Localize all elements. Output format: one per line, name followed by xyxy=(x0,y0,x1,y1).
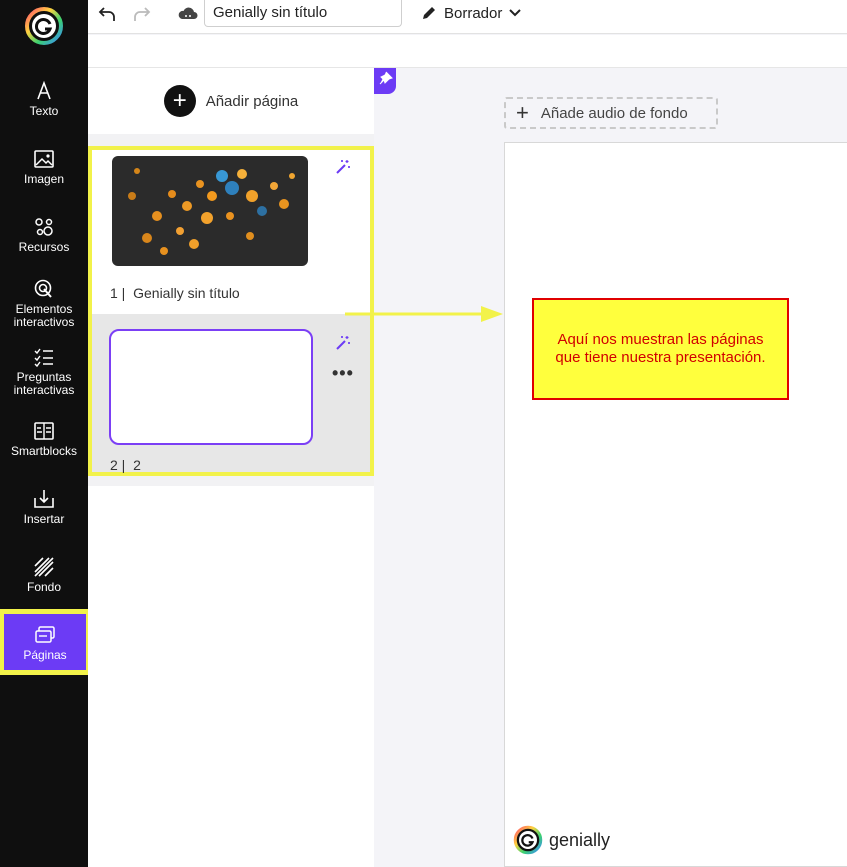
pages-panel: + Añadir página 1 | Genially sin título … xyxy=(88,68,374,867)
genially-logo-icon xyxy=(513,825,543,855)
annotation-line-2: que tiene nuestra presentación. xyxy=(555,349,766,366)
slide-canvas[interactable] xyxy=(504,142,847,867)
sidebar-item-label: Fondo xyxy=(26,580,62,594)
insert-icon xyxy=(34,490,54,508)
pin-icon xyxy=(379,71,393,85)
pencil-icon xyxy=(423,7,435,19)
page-label-1: 1 | Genially sin título xyxy=(110,285,240,301)
brand-name: genially xyxy=(549,829,611,850)
sidebar-item-label: Insertar xyxy=(23,512,65,526)
sidebar-item-label: Imagen xyxy=(23,172,65,186)
sidebar-item-label: Elementos interactivos xyxy=(13,302,75,329)
secondary-bar xyxy=(88,35,847,68)
page-item-1[interactable]: 1 | Genially sin título xyxy=(92,150,370,314)
plus-icon: + xyxy=(163,85,196,117)
pages-panel-empty-area xyxy=(88,486,374,867)
sidebar-item-label: Smartblocks xyxy=(10,444,78,458)
redo-icon[interactable] xyxy=(130,2,154,26)
draft-label: Borrador xyxy=(444,4,503,22)
draft-status-dropdown[interactable]: Borrador xyxy=(420,1,522,25)
resources-icon xyxy=(35,218,53,236)
annotation-callout: Aquí nos muestran las páginas que tiene … xyxy=(532,298,789,400)
sidebar-item-imagen[interactable]: Imagen xyxy=(0,148,88,186)
pages-list-highlight: 1 | Genially sin título ••• 2 | 2 xyxy=(88,146,374,476)
cloud-icon[interactable] xyxy=(176,2,200,26)
sidebar-item-recursos[interactable]: Recursos xyxy=(0,216,88,254)
presentation-title-input[interactable] xyxy=(204,0,402,27)
genially-watermark: genially xyxy=(513,825,610,855)
sidebar-item-label: Preguntas interactivas xyxy=(13,370,75,397)
page-label-2: 2 | 2 xyxy=(110,457,141,473)
page-number: 1 xyxy=(110,285,118,301)
page-separator: | xyxy=(117,285,134,301)
pages-icon xyxy=(35,626,55,643)
add-audio-label: Añade audio de fondo xyxy=(540,104,688,122)
smartblocks-icon xyxy=(34,422,54,440)
genially-logo-icon[interactable] xyxy=(24,6,64,46)
add-page-button[interactable]: + Añadir página xyxy=(88,68,374,134)
page-title: Genially sin título xyxy=(133,285,240,301)
annotation-arrow xyxy=(345,306,503,322)
more-options-icon[interactable]: ••• xyxy=(332,364,354,382)
sidebar-item-preguntas-interactivas[interactable]: Preguntas interactivas xyxy=(0,346,88,397)
page-thumbnail-2[interactable] xyxy=(109,329,313,445)
page-number: 2 xyxy=(110,457,118,473)
sidebar-item-label: Recursos xyxy=(18,240,70,254)
genially-editor: Texto Imagen Recursos Elementos interact… xyxy=(0,0,847,867)
sidebar-item-smartblocks[interactable]: Smartblocks xyxy=(0,420,88,458)
undo-icon[interactable] xyxy=(95,2,119,26)
sidebar-item-label: Páginas xyxy=(23,648,67,662)
magic-wand-icon[interactable] xyxy=(334,334,352,352)
text-icon xyxy=(37,80,51,100)
sidebar-item-fondo[interactable]: Fondo xyxy=(0,556,88,594)
background-icon xyxy=(34,557,54,577)
sidebar-item-label: Texto xyxy=(29,104,59,118)
add-page-label: Añadir página xyxy=(205,92,299,110)
plus-icon: + xyxy=(516,100,529,125)
chevron-down-icon xyxy=(509,9,522,17)
sidebar-item-paginas[interactable]: Páginas xyxy=(0,609,91,675)
page-item-2[interactable]: ••• 2 | 2 xyxy=(92,314,370,473)
left-toolbar: Texto Imagen Recursos Elementos interact… xyxy=(0,0,91,867)
add-background-audio-button[interactable]: + Añade audio de fondo xyxy=(504,97,718,129)
magic-wand-icon[interactable] xyxy=(334,158,352,176)
image-icon xyxy=(34,150,54,168)
sidebar-item-texto[interactable]: Texto xyxy=(0,80,88,118)
page-thumbnail-1[interactable] xyxy=(112,156,308,266)
annotation-line-1: Aquí nos muestran las páginas xyxy=(557,331,764,348)
page-separator: | xyxy=(117,457,134,473)
sidebar-item-insertar[interactable]: Insertar xyxy=(0,488,88,526)
interactive-elements-icon xyxy=(34,279,52,298)
pin-panel-button[interactable] xyxy=(374,68,396,94)
top-bar: Borrador xyxy=(88,0,847,34)
sidebar-item-elementos-interactivos[interactable]: Elementos interactivos xyxy=(0,278,88,329)
page-title: 2 xyxy=(133,457,141,473)
interactive-questions-icon xyxy=(34,348,53,368)
